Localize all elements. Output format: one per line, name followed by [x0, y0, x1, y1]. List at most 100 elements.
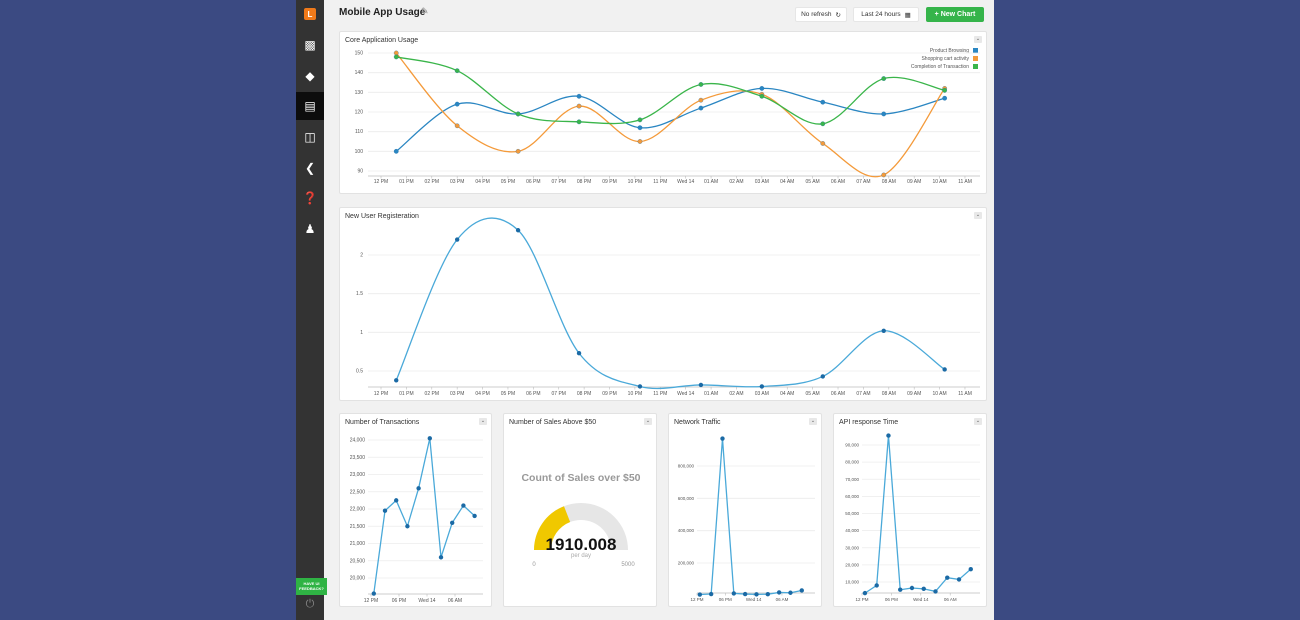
y-tick-label: 150: [355, 51, 364, 57]
new-chart-button[interactable]: + New Chart: [926, 7, 984, 22]
feedback-button[interactable]: HAVE UI FEEDBACK?: [296, 578, 327, 595]
x-tick-label: 06 PM: [885, 597, 898, 602]
series-line: [864, 435, 972, 594]
x-tick-label: Wed 14: [418, 598, 435, 604]
gauge-unit: per day: [571, 553, 591, 559]
y-tick-label: 60,000: [845, 494, 859, 499]
time-range-label: Last 24 hours: [861, 11, 901, 18]
y-tick-label: 800,000: [678, 464, 695, 469]
data-point: [416, 486, 421, 491]
data-point: [698, 382, 704, 388]
sidebar-item-share[interactable]: ❮: [296, 154, 324, 182]
data-point: [933, 589, 938, 594]
data-point: [576, 103, 582, 109]
data-point: [405, 524, 410, 529]
x-tick-label: Wed 14: [913, 597, 929, 602]
x-tick-label: 08 PM: [577, 391, 591, 397]
data-point: [898, 587, 903, 592]
y-tick-label: 20,000: [845, 562, 859, 567]
data-point: [886, 433, 891, 438]
x-tick-label: 03 AM: [755, 179, 769, 185]
edit-pencil-icon[interactable]: ✎: [421, 6, 429, 17]
x-tick-label: 03 PM: [450, 179, 464, 185]
data-point: [820, 374, 825, 379]
data-point: [874, 583, 879, 588]
y-tick-label: 23,500: [350, 455, 366, 461]
x-tick-label: 01 AM: [704, 391, 718, 397]
refresh-button[interactable]: No refresh ↻: [795, 7, 847, 22]
x-tick-label: 10 PM: [628, 391, 642, 397]
sidebar-item-flow[interactable]: ◫: [296, 123, 324, 151]
x-tick-label: 06 AM: [448, 598, 462, 604]
x-tick-label: 07 AM: [856, 179, 870, 185]
data-point: [720, 436, 725, 441]
data-point: [909, 585, 915, 591]
sidebar-item-tags[interactable]: ◆: [296, 62, 324, 90]
x-tick-label: 05 PM: [501, 179, 515, 185]
series-line: [395, 52, 946, 178]
data-point: [956, 577, 962, 582]
data-point: [731, 591, 737, 596]
y-tick-label: 24,000: [350, 438, 366, 444]
sidebar-item-charts[interactable]: ▤: [296, 92, 324, 120]
x-tick-label: 12 PM: [374, 179, 388, 185]
x-tick-label: 11 PM: [653, 391, 667, 397]
data-point: [881, 328, 886, 333]
gauge-value: 1910.008: [546, 535, 617, 554]
x-tick-label: 07 PM: [552, 179, 566, 185]
power-icon[interactable]: ⏻: [296, 598, 324, 618]
data-point: [454, 123, 460, 129]
logo[interactable]: L: [296, 0, 324, 28]
data-point: [427, 436, 433, 441]
data-point: [698, 97, 704, 103]
x-tick-label: 09 AM: [907, 179, 921, 185]
y-tick-label: 600,000: [678, 496, 695, 501]
data-point: [472, 513, 477, 519]
y-tick-label: 70,000: [845, 477, 859, 482]
panel-sales-above-50: Number of Sales Above $50 ⌄ Count of Sal…: [503, 413, 657, 607]
data-point: [759, 93, 765, 99]
x-tick-label: 01 PM: [399, 391, 413, 397]
time-range-button[interactable]: Last 24 hours ▦: [853, 7, 919, 22]
data-point: [820, 141, 826, 146]
x-tick-label: 02 AM: [729, 391, 743, 397]
gauge-max: 5000: [621, 562, 635, 568]
data-point: [776, 590, 782, 595]
series-line: [699, 438, 802, 596]
x-tick-label: 01 AM: [704, 179, 718, 185]
data-point: [515, 228, 521, 233]
data-point: [637, 139, 643, 144]
data-point: [942, 95, 948, 101]
sidebar-item-inbox[interactable]: ▩: [296, 31, 324, 59]
panel-core-application-usage: Core Application Usage ⌄ Product Browsin…: [339, 31, 987, 194]
y-tick-label: 22,500: [350, 489, 366, 495]
x-tick-label: 06 PM: [526, 179, 540, 185]
x-tick-label: 05 AM: [806, 391, 820, 397]
data-point: [799, 588, 804, 593]
y-tick-label: 2: [360, 253, 363, 259]
data-point: [576, 351, 582, 356]
y-tick-label: 1.5: [356, 291, 363, 297]
x-tick-label: Wed 14: [677, 179, 694, 185]
x-tick-label: Wed 14: [746, 597, 762, 602]
y-tick-label: 140: [355, 70, 364, 76]
chart-network-traffic: 200,000 400,000 600,000 800,000 12 PM 06 PM We…: [678, 436, 815, 602]
panel-api-response-time: API response Time ⌄ 10,000 20,000 30,000 40…: [833, 413, 987, 607]
y-tick-label: 0.5: [356, 369, 363, 375]
x-tick-label: 04 AM: [780, 391, 794, 397]
data-point: [698, 105, 704, 111]
chart-api-response-time: 10,000 20,000 30,000 40,000 50,000 60,000 70,0…: [845, 433, 980, 602]
help-icon: ❓: [302, 191, 318, 205]
x-tick-label: 08 PM: [577, 179, 591, 185]
gauge-label: Count of Sales over $50: [521, 472, 640, 484]
x-tick-label: 06 PM: [526, 391, 540, 397]
y-tick-label: 80,000: [845, 460, 859, 465]
data-point: [576, 119, 582, 125]
sidebar-item-user[interactable]: ♟: [296, 215, 324, 243]
y-tick-label: 110: [355, 129, 363, 135]
sidebar-item-help[interactable]: ❓: [296, 184, 324, 212]
y-tick-label: 20,500: [350, 558, 366, 564]
x-tick-label: Wed 14: [677, 391, 694, 397]
sidebar: L ▩ ◆ ▤ ◫ ❮ ❓ ♟ HAVE UI FEEDBACK? ⏻: [296, 0, 327, 620]
panel-transactions: Number of Transactions ⌄ 20,000 20,500 21,…: [339, 413, 492, 607]
